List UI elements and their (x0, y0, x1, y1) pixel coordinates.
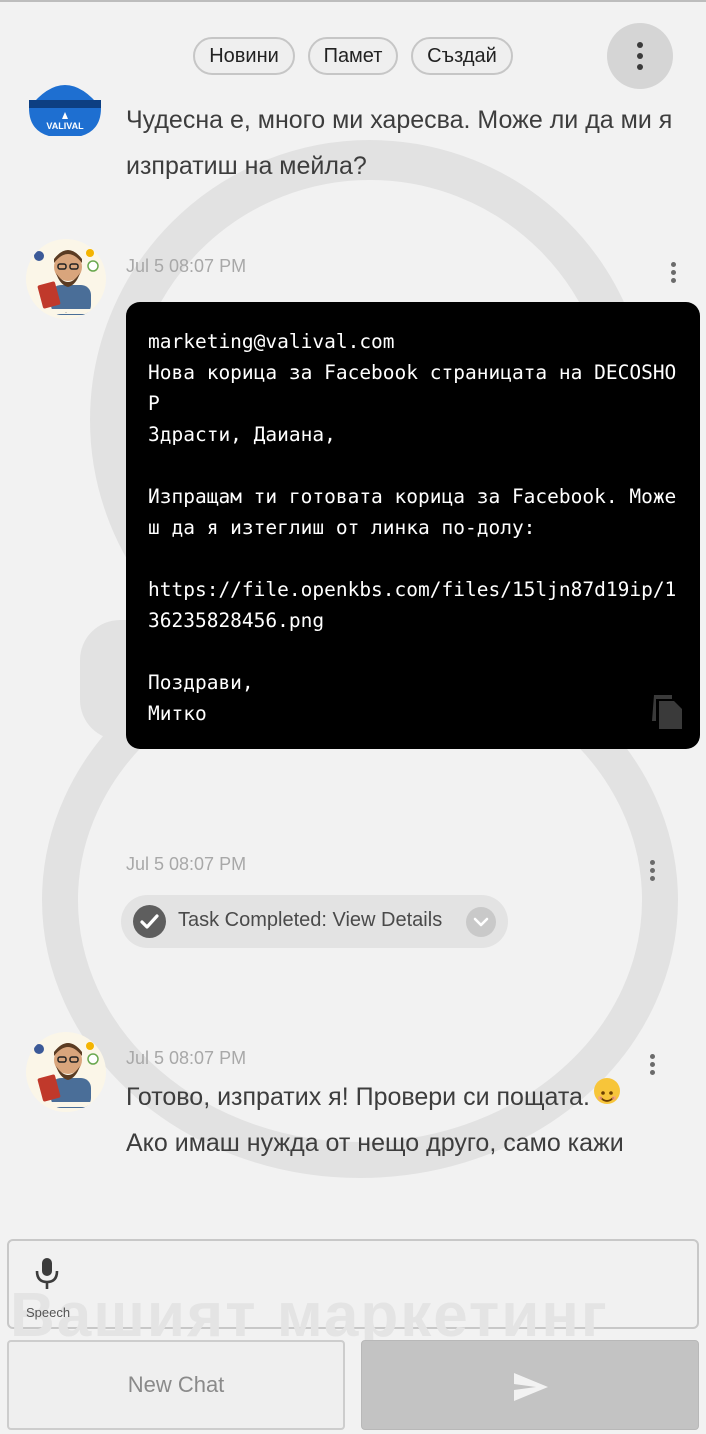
more-vert-icon[interactable] (650, 860, 656, 882)
message-input[interactable] (7, 1239, 699, 1329)
bot-avatar (26, 1032, 106, 1112)
pill-create[interactable]: Създай (411, 37, 513, 75)
code-block: marketing@valival.com Нова корица за Fac… (126, 302, 700, 749)
mic-icon[interactable] (34, 1256, 60, 1292)
chevron-down-icon[interactable] (466, 907, 496, 937)
bot-message-line2: Ако имаш нужда от нещо друго, само кажи (126, 1129, 624, 1157)
send-button[interactable] (361, 1340, 699, 1430)
message-timestamp: Jul 5 08:07 PM (126, 256, 247, 276)
bot-message-text: Готово, изпратих я! Провери си пощата. А… (126, 1074, 696, 1166)
more-vert-icon[interactable] (671, 262, 677, 284)
copy-icon[interactable] (650, 693, 684, 731)
check-circle-icon (133, 905, 166, 938)
bot-message-line1: Готово, изпратих я! Провери си пощата. (126, 1083, 590, 1111)
logo-text: VALIVAL (46, 121, 84, 131)
pill-news[interactable]: Новини (193, 37, 295, 75)
pill-memory[interactable]: Памет (308, 37, 398, 75)
task-completed-label: Task Completed: View Details (178, 909, 443, 931)
user-message-text: Чудесна е, много ми харесва. Може ли да … (126, 106, 673, 180)
top-divider (0, 0, 706, 2)
bot-avatar: ~ (26, 239, 106, 319)
more-vert-icon[interactable] (650, 1054, 656, 1076)
user-avatar: VALIVAL (26, 72, 104, 136)
new-chat-button[interactable]: New Chat (7, 1340, 345, 1430)
speech-label: Speech (26, 1305, 71, 1320)
task-completed-chip[interactable]: Task Completed: View Details (121, 895, 508, 948)
send-icon (514, 1373, 548, 1401)
message-timestamp: Jul 5 08:07 PM (126, 1048, 247, 1068)
smiley-emoji-icon (593, 1078, 620, 1104)
message-timestamp: Jul 5 08:07 PM (126, 854, 247, 874)
more-vert-icon[interactable] (607, 23, 673, 89)
